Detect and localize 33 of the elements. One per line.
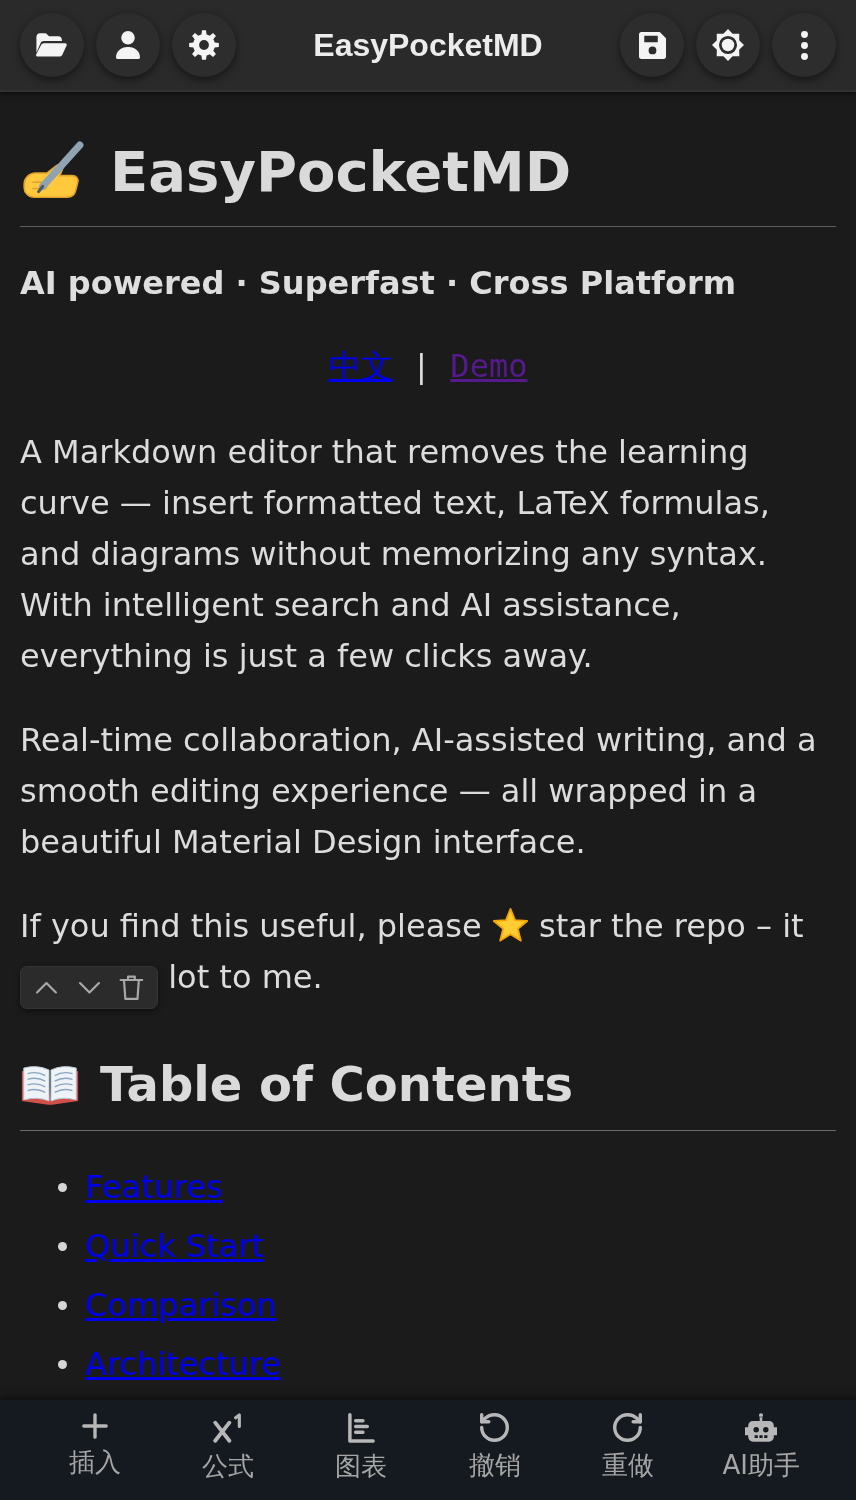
redo-button[interactable]: 重做: [561, 1400, 695, 1500]
gear-icon: [189, 30, 219, 60]
paragraph: Real-time collaboration, AI-assisted writing, and a smooth editing experience — all wrapped in a beautiful Material Design interface.: [20, 720, 818, 863]
bullet-icon: [58, 1300, 67, 1310]
chevron-down-icon: [77, 980, 101, 994]
ai-assistant-button[interactable]: AI助手: [694, 1400, 828, 1500]
trash-icon: [119, 974, 145, 1000]
insert-button[interactable]: 插入: [28, 1400, 162, 1500]
superscript-icon: [213, 1413, 243, 1443]
section-heading: Table of Contents: [100, 1054, 574, 1114]
page-title: EasyPocketMD: [110, 138, 572, 206]
chevron-up-icon: [34, 980, 58, 994]
robot-icon: [745, 1413, 778, 1442]
bullet-icon: [58, 1182, 67, 1192]
formula-button[interactable]: 公式: [161, 1400, 295, 1500]
chart-button[interactable]: 图表: [294, 1400, 428, 1500]
paragraph: A Markdown editor that removes the learning curve — insert formatted text, LaTeX formulas, and diagrams without memorizing any syntax. With intelligent search and AI assistance, everything is just a few clicks away.: [20, 432, 771, 677]
bullet-icon: [58, 1359, 67, 1369]
tagline: AI powered · Superfast · Cross Platform: [20, 263, 738, 304]
bar-chart-icon: [347, 1413, 375, 1443]
redo-arrow-icon: [613, 1413, 643, 1442]
link-separator: |: [411, 347, 432, 385]
sun-icon: [712, 29, 744, 61]
app-title: EasyPocketMD: [312, 26, 544, 65]
paragraph: If you find this useful, please star the repo – it lot to me.: [20, 901, 836, 1009]
plus-icon: [81, 1413, 108, 1439]
person-icon: [116, 31, 140, 59]
folder-icon: [36, 33, 68, 57]
more-icon: [800, 30, 808, 60]
undo-arrow-icon: [480, 1413, 510, 1442]
undo-button[interactable]: 撤销: [428, 1400, 562, 1500]
bullet-icon: [58, 1241, 67, 1251]
star-icon: [491, 907, 529, 943]
